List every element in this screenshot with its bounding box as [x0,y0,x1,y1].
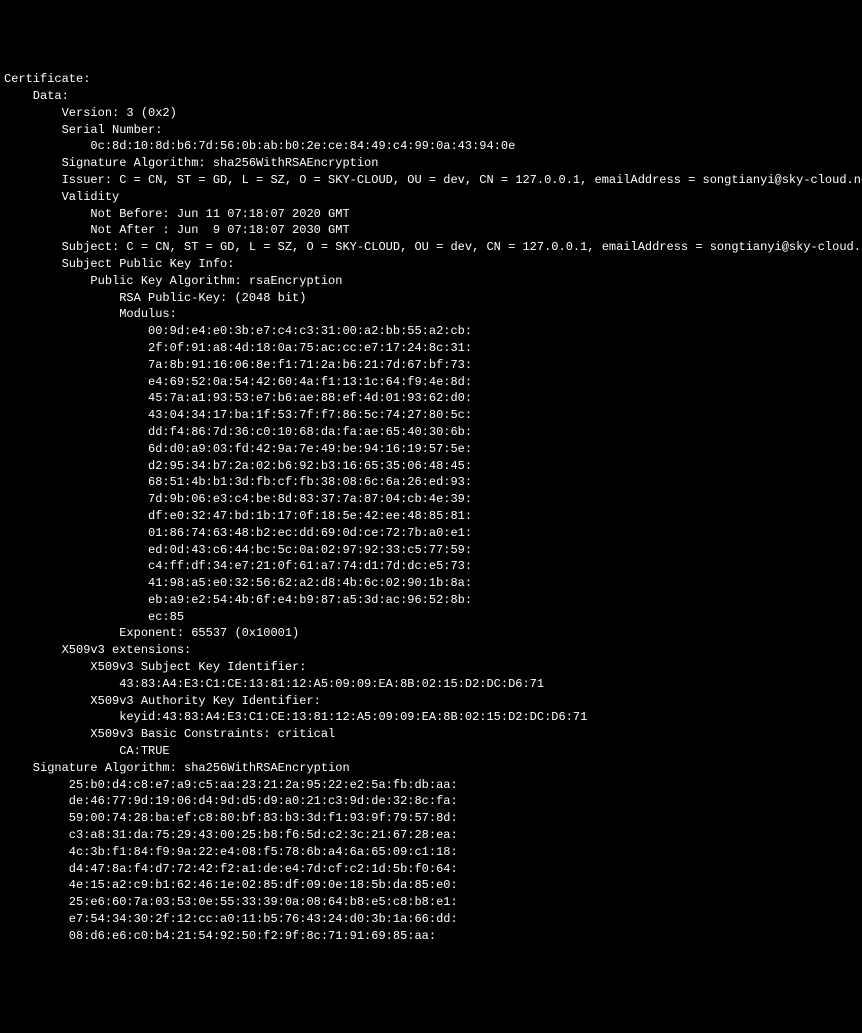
output-line: e4:69:52:0a:54:42:60:4a:f1:13:1c:64:f9:4… [4,374,858,391]
output-line: 6d:d0:a9:03:fd:42:9a:7e:49:be:94:16:19:5… [4,441,858,458]
output-line: keyid:43:83:A4:E3:C1:CE:13:81:12:A5:09:0… [4,709,858,726]
output-line: X509v3 extensions: [4,642,858,659]
output-line: 2f:0f:91:a8:4d:18:0a:75:ac:cc:e7:17:24:8… [4,340,858,357]
output-line: 41:98:a5:e0:32:56:62:a2:d8:4b:6c:02:90:1… [4,575,858,592]
output-line: d4:47:8a:f4:d7:72:42:f2:a1:de:e4:7d:cf:c… [4,861,858,878]
output-line: e7:54:34:30:2f:12:cc:a0:11:b5:76:43:24:d… [4,911,858,928]
output-line: Signature Algorithm: sha256WithRSAEncryp… [4,760,858,777]
output-line: X509v3 Subject Key Identifier: [4,659,858,676]
output-line: 7a:8b:91:16:06:8e:f1:71:2a:b6:21:7d:67:b… [4,357,858,374]
output-line: 43:04:34:17:ba:1f:53:7f:f7:86:5c:74:27:8… [4,407,858,424]
output-line: 68:51:4b:b1:3d:fb:cf:fb:38:08:6c:6a:26:e… [4,474,858,491]
output-line: Validity [4,189,858,206]
output-line: 00:9d:e4:e0:3b:e7:c4:c3:31:00:a2:bb:55:a… [4,323,858,340]
output-line: X509v3 Basic Constraints: critical [4,726,858,743]
output-line: Version: 3 (0x2) [4,105,858,122]
output-line: Data: [4,88,858,105]
output-line: 7d:9b:06:e3:c4:be:8d:83:37:7a:87:04:cb:4… [4,491,858,508]
output-line: c3:a8:31:da:75:29:43:00:25:b8:f6:5d:c2:3… [4,827,858,844]
output-line: 59:00:74:28:ba:ef:c8:80:bf:83:b3:3d:f1:9… [4,810,858,827]
output-line: 01:86:74:63:48:b2:ec:dd:69:0d:ce:72:7b:a… [4,525,858,542]
output-line: Signature Algorithm: sha256WithRSAEncryp… [4,155,858,172]
output-line: dd:f4:86:7d:36:c0:10:68:da:fa:ae:65:40:3… [4,424,858,441]
output-line: 4c:3b:f1:84:f9:9a:22:e4:08:f5:78:6b:a4:6… [4,844,858,861]
output-line: Subject Public Key Info: [4,256,858,273]
output-line: 45:7a:a1:93:53:e7:b6:ae:88:ef:4d:01:93:6… [4,390,858,407]
output-line: Not After : Jun 9 07:18:07 2030 GMT [4,222,858,239]
output-line: Subject: C = CN, ST = GD, L = SZ, O = SK… [4,239,858,256]
output-line: Public Key Algorithm: rsaEncryption [4,273,858,290]
output-line: Modulus: [4,306,858,323]
output-line: Issuer: C = CN, ST = GD, L = SZ, O = SKY… [4,172,858,189]
output-line: Not Before: Jun 11 07:18:07 2020 GMT [4,206,858,223]
output-line: RSA Public-Key: (2048 bit) [4,290,858,307]
output-line: ec:85 [4,609,858,626]
output-line: df:e0:32:47:bd:1b:17:0f:18:5e:42:ee:48:8… [4,508,858,525]
output-line: eb:a9:e2:54:4b:6f:e4:b9:87:a5:3d:ac:96:5… [4,592,858,609]
output-line: d2:95:34:b7:2a:02:b6:92:b3:16:65:35:06:4… [4,458,858,475]
output-line: 4e:15:a2:c9:b1:62:46:1e:02:85:df:09:0e:1… [4,877,858,894]
output-line: 25:b0:d4:c8:e7:a9:c5:aa:23:21:2a:95:22:e… [4,777,858,794]
output-line: Exponent: 65537 (0x10001) [4,625,858,642]
output-line: 0c:8d:10:8d:b6:7d:56:0b:ab:b0:2e:ce:84:4… [4,138,858,155]
output-line: 43:83:A4:E3:C1:CE:13:81:12:A5:09:09:EA:8… [4,676,858,693]
output-line: X509v3 Authority Key Identifier: [4,693,858,710]
output-line: Certificate: [4,71,858,88]
output-line: CA:TRUE [4,743,858,760]
output-line: de:46:77:9d:19:06:d4:9d:d5:d9:a0:21:c3:9… [4,793,858,810]
output-line: 25:e6:60:7a:03:53:0e:55:33:39:0a:08:64:b… [4,894,858,911]
output-line: Serial Number: [4,122,858,139]
output-line: ed:0d:43:c6:44:bc:5c:0a:02:97:92:33:c5:7… [4,542,858,559]
terminal-output: Certificate: Data: Version: 3 (0x2) Seri… [4,71,858,944]
output-line: 08:d6:e6:c0:b4:21:54:92:50:f2:9f:8c:71:9… [4,928,858,945]
output-line: c4:ff:df:34:e7:21:0f:61:a7:74:d1:7d:dc:e… [4,558,858,575]
